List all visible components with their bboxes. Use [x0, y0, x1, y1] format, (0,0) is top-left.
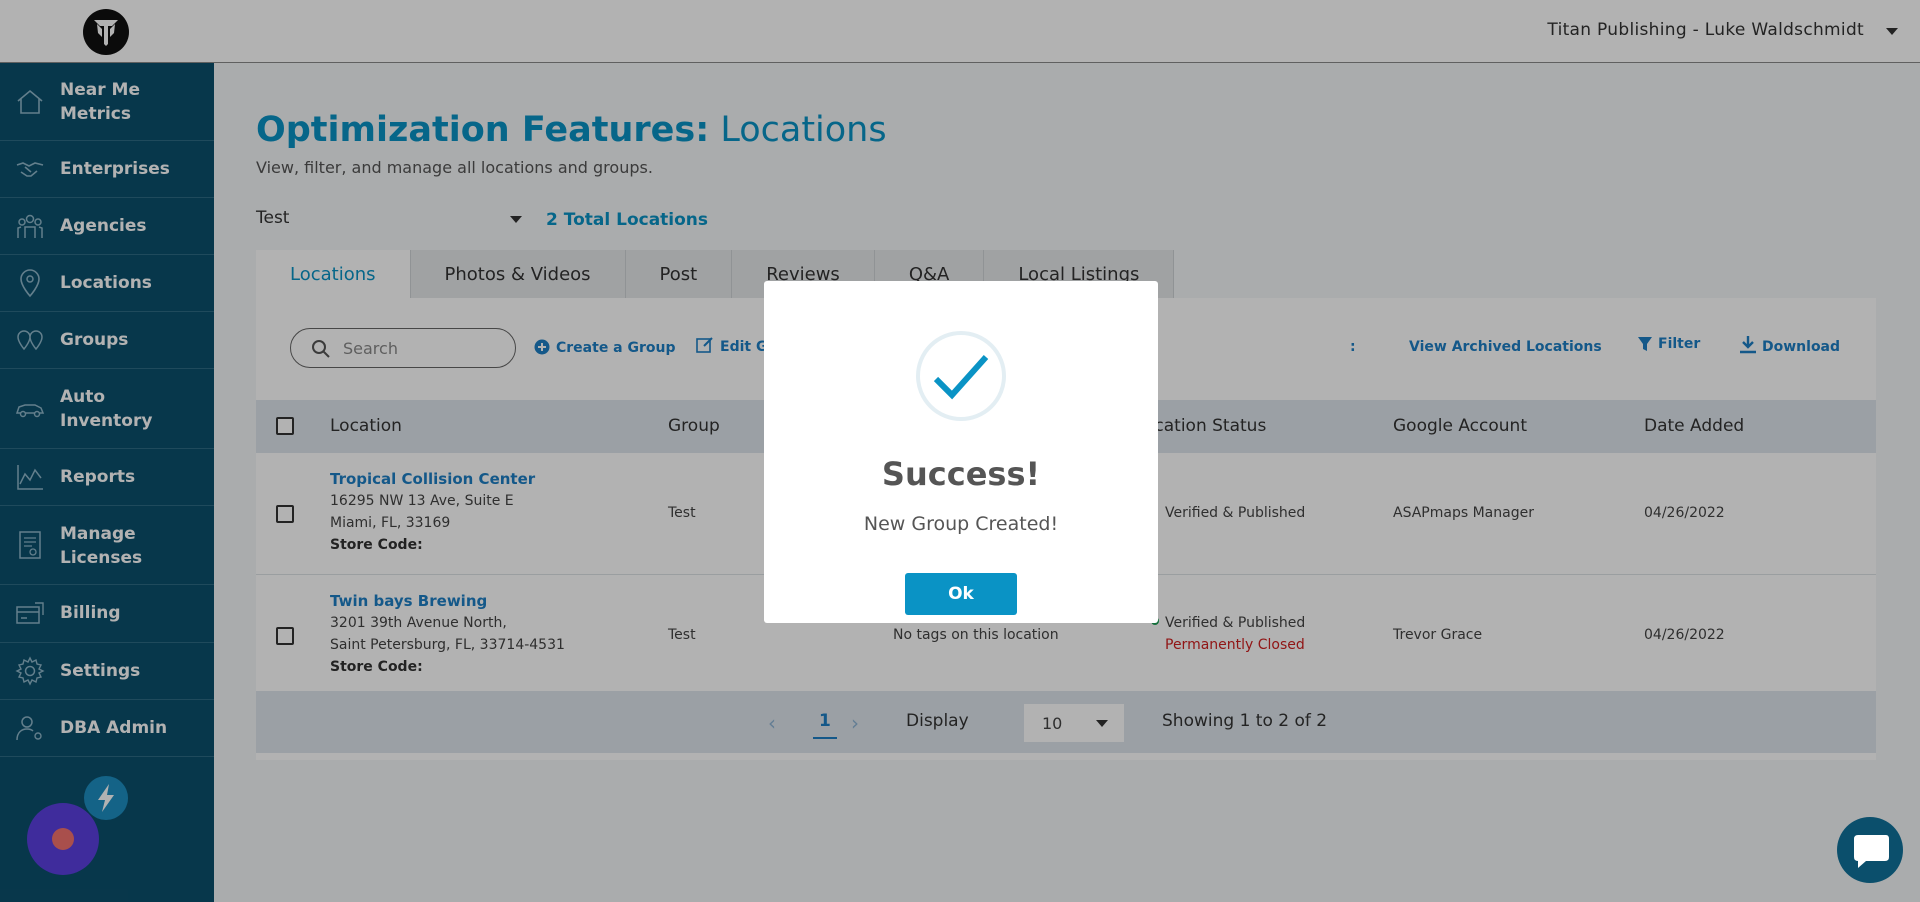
chat-icon[interactable]	[1837, 817, 1903, 883]
success-dialog: Success! New Group Created! Ok	[764, 281, 1158, 623]
dialog-message: New Group Created!	[863, 513, 1059, 535]
dialog-title: Success!	[881, 455, 1041, 493]
success-check-icon	[916, 331, 1006, 421]
ok-button[interactable]: Ok	[905, 573, 1017, 615]
